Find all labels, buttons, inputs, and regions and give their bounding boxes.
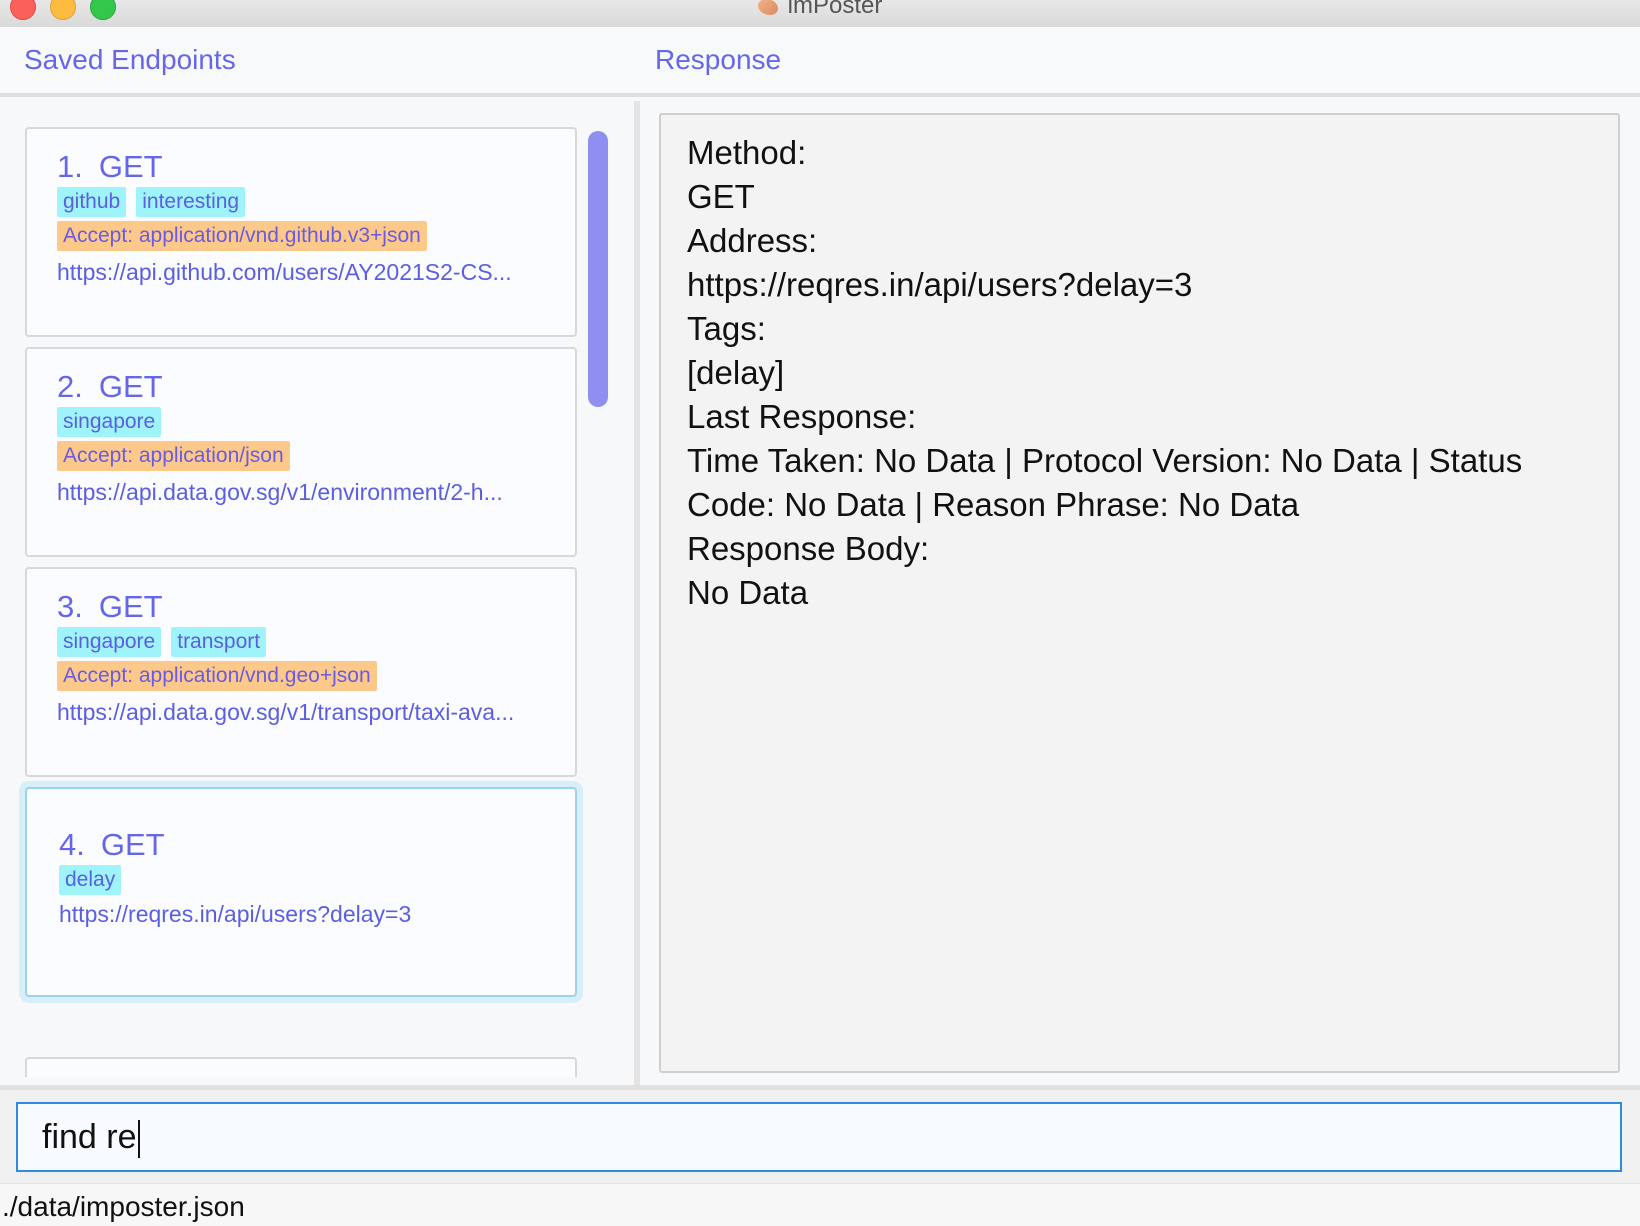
saved-endpoints-header: Saved Endpoints <box>0 27 636 97</box>
response-display: Method: GET Address: https://reqres.in/a… <box>659 113 1620 1073</box>
response-body-label: Response Body: <box>687 530 930 567</box>
last-response-line: Code: No Data | Reason Phrase: No Data <box>687 486 1300 523</box>
endpoint-index: 4. <box>59 827 85 862</box>
last-response-label: Last Response: <box>687 398 917 435</box>
header-chip: Accept: application/vnd.github.v3+json <box>57 221 427 251</box>
text-caret <box>137 1120 140 1159</box>
address-label: Address: <box>687 222 818 259</box>
tag-list: singapore transport <box>57 627 575 661</box>
tag: delay <box>59 865 122 895</box>
endpoint-title: 1. GET <box>57 147 575 187</box>
tag-list: delay <box>59 865 575 899</box>
endpoint-title: 2. GET <box>57 367 575 407</box>
method-value: GET <box>687 178 755 215</box>
endpoint-card-selected[interactable]: 4. GET delay https://reqres.in/api/users?… <box>25 787 577 997</box>
endpoint-index: 1. <box>57 149 83 184</box>
tag-list: singapore <box>57 407 575 441</box>
data-file-path: ./data/imposter.json <box>2 1191 245 1222</box>
panel-divider[interactable] <box>634 101 640 1085</box>
command-input[interactable]: find re <box>16 1102 1622 1172</box>
window-title-text: imPoster <box>787 0 883 19</box>
endpoint-card-partial[interactable] <box>25 1057 577 1077</box>
endpoint-method: GET <box>100 827 165 862</box>
tag: transport <box>171 627 267 657</box>
command-text: find re <box>42 1118 137 1156</box>
endpoint-url: https://reqres.in/api/users?delay=3 <box>59 901 412 927</box>
endpoint-url: https://api.data.gov.sg/v1/environment/2… <box>57 479 503 505</box>
response-body-value: No Data <box>687 574 809 611</box>
endpoint-list[interactable]: 1. GET github interesting Accept: applicat… <box>0 101 634 1085</box>
header-chip: Accept: application/json <box>57 441 290 471</box>
tags-label: Tags: <box>687 310 766 347</box>
endpoint-card[interactable]: 1. GET github interesting Accept: applicat… <box>25 127 577 337</box>
window-title: imPoster <box>0 0 1640 20</box>
status-bar: ./data/imposter.json <box>0 1183 1640 1226</box>
header-list: Accept: application/vnd.geo+json <box>57 661 575 697</box>
tag-list: github interesting <box>57 187 575 221</box>
endpoint-card[interactable]: 3. GET singapore transport Accept: applica… <box>25 567 577 777</box>
title-bar: imPoster <box>0 0 1640 28</box>
tags-value: [delay] <box>687 354 785 391</box>
header-list: Accept: application/json <box>57 441 575 477</box>
endpoint-url: https://api.data.gov.sg/v1/transport/tax… <box>57 699 515 725</box>
tag: github <box>57 187 127 217</box>
endpoint-url: https://api.github.com/users/AY2021S2-CS… <box>57 259 512 285</box>
endpoint-index: 3. <box>57 589 83 624</box>
command-area: find re <box>0 1085 1640 1183</box>
header-list: Accept: application/vnd.github.v3+json <box>57 221 575 257</box>
last-response-line: Time Taken: No Data | Protocol Version: … <box>687 442 1523 479</box>
endpoint-index: 2. <box>57 369 83 404</box>
tag: interesting <box>136 187 246 217</box>
endpoint-list-scrollbar[interactable] <box>588 131 608 407</box>
endpoint-card[interactable]: 2. GET singapore Accept: application/json… <box>25 347 577 557</box>
tag: singapore <box>57 627 162 657</box>
endpoint-method: GET <box>98 149 163 184</box>
tag: singapore <box>57 407 162 437</box>
endpoint-title: 3. GET <box>57 587 575 627</box>
endpoint-method: GET <box>98 589 163 624</box>
app-window: imPoster Saved Endpoints Response 1. GET … <box>0 0 1640 1226</box>
response-header: Response <box>636 27 1640 97</box>
header-chip: Accept: application/vnd.geo+json <box>57 661 377 691</box>
method-label: Method: <box>687 134 807 171</box>
endpoint-title: 4. GET <box>59 825 575 865</box>
app-logo-icon <box>757 0 778 15</box>
endpoint-method: GET <box>98 369 163 404</box>
address-value: https://reqres.in/api/users?delay=3 <box>687 266 1193 303</box>
